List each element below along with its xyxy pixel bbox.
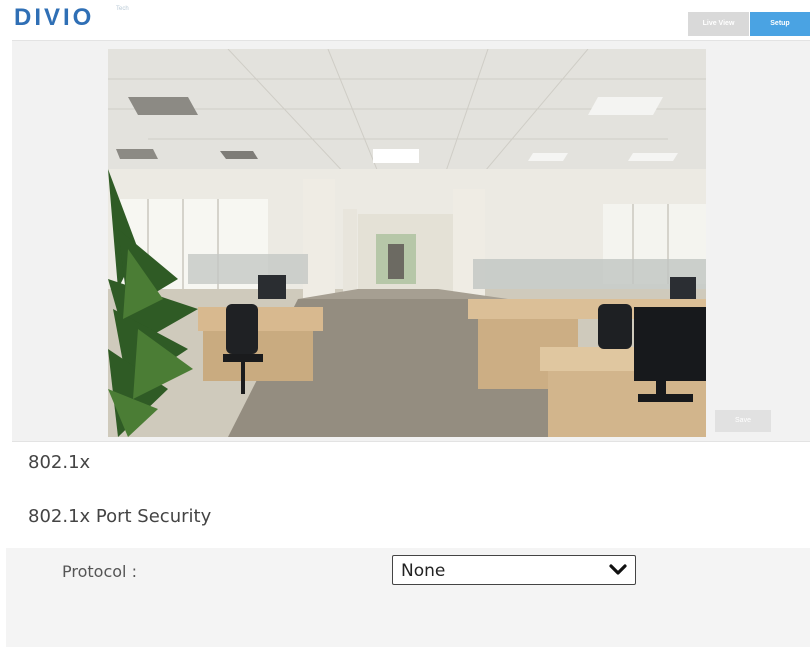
protocol-label: Protocol : xyxy=(62,562,137,581)
protocol-selected-value: None xyxy=(401,561,446,581)
section-title-port-security: 802.1x Port Security xyxy=(28,506,212,527)
office-scene-image xyxy=(108,49,706,437)
camera-live-image xyxy=(108,49,706,437)
page-title: 802.1x xyxy=(28,452,91,473)
top-bar: DIVIO Tech Live View Setup xyxy=(0,0,810,40)
logo-tagline: Tech xyxy=(116,6,129,12)
page: DIVIO Tech Live View Setup Save 802.1x 8… xyxy=(0,0,810,647)
video-viewer-panel xyxy=(12,40,810,442)
chevron-down-icon[interactable] xyxy=(609,563,627,577)
divio-logo: DIVIO xyxy=(14,4,95,31)
live-view-tab[interactable]: Live View xyxy=(688,12,749,36)
save-button[interactable]: Save xyxy=(715,410,771,432)
setup-tab[interactable]: Setup xyxy=(750,12,810,36)
protocol-select[interactable]: None xyxy=(392,555,636,585)
